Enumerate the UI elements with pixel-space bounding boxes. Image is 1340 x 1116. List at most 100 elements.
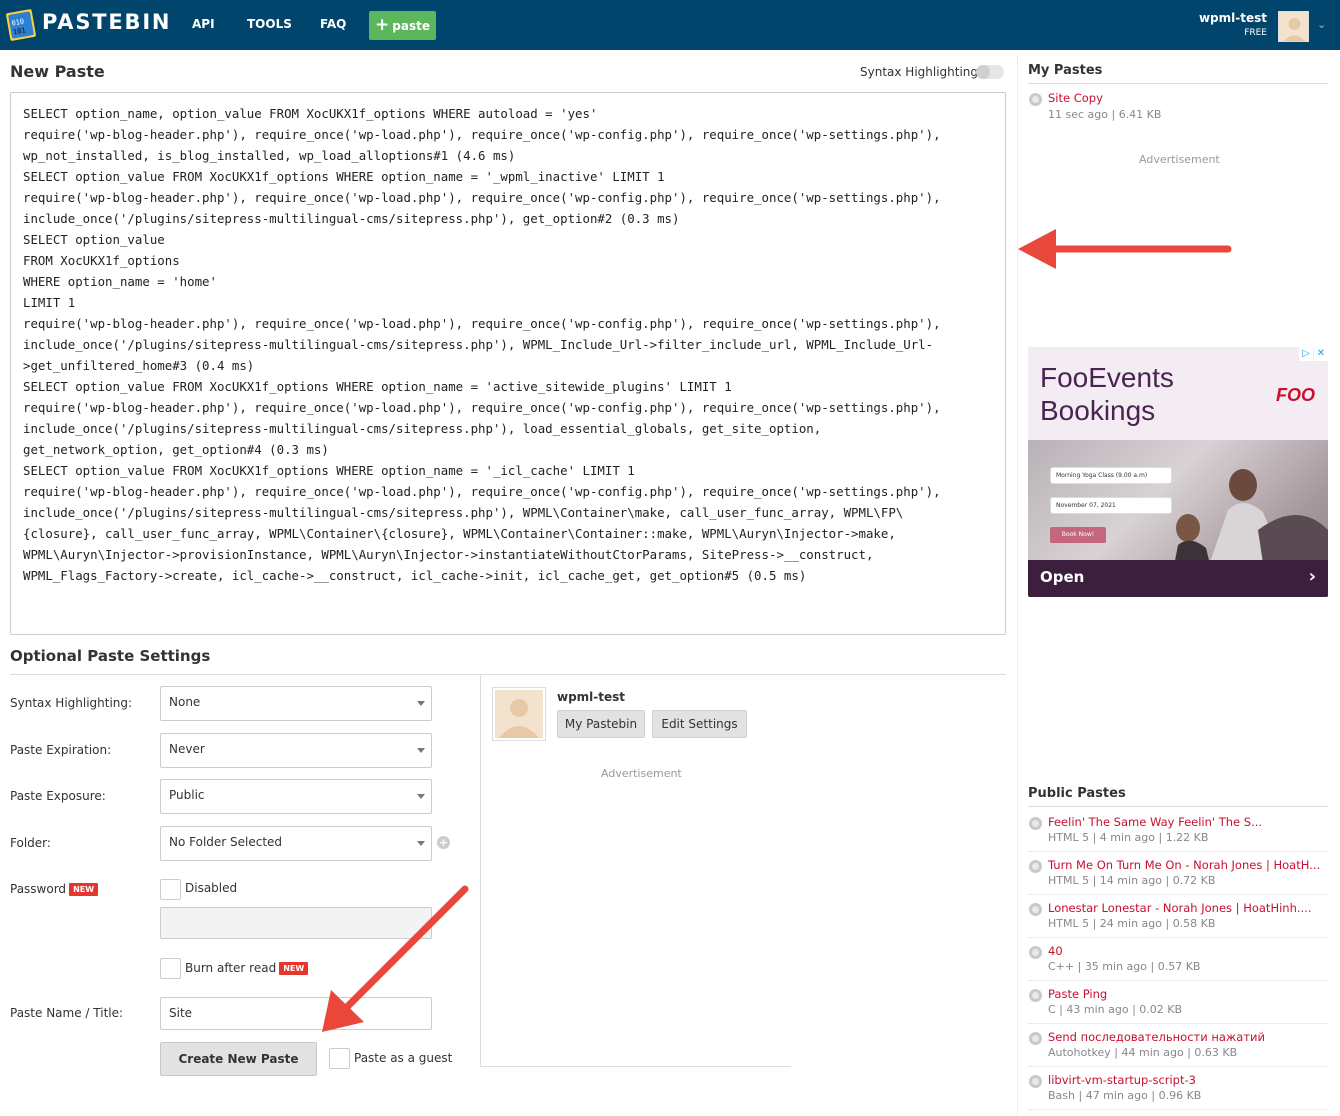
public-paste-title[interactable]: 40 [1048, 944, 1063, 958]
ad-title-line: FooEvents [1040, 362, 1174, 393]
syntax-select-value: None [169, 695, 201, 709]
burn-label-text: Burn after read [185, 961, 277, 975]
code-line: SELECT option_value FROM XocUKX1f_option… [23, 379, 732, 394]
folder-select[interactable]: No Folder Selected [160, 826, 432, 861]
nav-faq[interactable]: FAQ [320, 17, 346, 31]
code-line: >get_unfiltered_home#3 (0.4 ms) [23, 358, 255, 373]
user-avatar[interactable] [1278, 11, 1309, 42]
avatar-silhouette-icon [499, 699, 539, 738]
code-line: FROM XocUKX1f_options [23, 253, 180, 268]
globe-icon [1029, 989, 1042, 1002]
syntax-highlighting-toggle[interactable] [976, 65, 1004, 79]
new-paste-label: paste [392, 18, 430, 33]
folder-label: Folder: [10, 836, 51, 850]
exposure-select[interactable]: Public [160, 779, 432, 814]
caret-down-icon [417, 841, 425, 846]
chevron-right-icon: › [1308, 566, 1316, 587]
divider [1028, 806, 1328, 807]
code-line: SELECT option_value FROM XocUKX1f_option… [23, 169, 665, 184]
password-label: Password NEW [10, 882, 99, 896]
password-disabled-checkbox[interactable] [160, 879, 181, 900]
syntax-toggle-label: Syntax Highlighting [860, 65, 979, 79]
divider [1028, 980, 1328, 981]
ad-open-label: Open [1040, 568, 1085, 586]
code-line: include_once('/plugins/sitepress-multili… [23, 505, 904, 520]
caret-down-icon [417, 748, 425, 753]
public-paste-meta: C | 43 min ago | 0.02 KB [1048, 1003, 1183, 1016]
globe-icon [1029, 903, 1042, 916]
plus-icon: + [375, 15, 390, 35]
ad-banner[interactable]: ▷ ✕ FooEvents Bookings FOO Morning Yoga C… [1028, 347, 1328, 597]
globe-icon [1029, 93, 1042, 106]
expiration-select[interactable]: Never [160, 733, 432, 768]
password-disabled-label: Disabled [185, 881, 238, 895]
nav-api[interactable]: API [192, 17, 215, 31]
brand-name[interactable]: PASTEBIN [42, 10, 171, 34]
public-paste-title[interactable]: Turn Me On Turn Me On - Norah Jones | Ho… [1048, 858, 1320, 872]
public-paste-meta: HTML 5 | 4 min ago | 1.22 KB [1048, 831, 1209, 844]
pastebin-logo-icon[interactable]: 010 101 [6, 8, 38, 42]
public-paste-title[interactable]: Paste Ping [1048, 987, 1107, 1001]
public-paste-title[interactable]: libvirt-vm-startup-script-3 [1048, 1073, 1196, 1087]
header-username[interactable]: wpml-test [1199, 11, 1267, 25]
add-folder-icon[interactable]: + [437, 836, 450, 849]
my-pastebin-button[interactable]: My Pastebin [557, 710, 645, 738]
new-paste-button[interactable]: + paste [369, 11, 436, 40]
code-line: LIMIT 1 [23, 295, 76, 310]
my-paste-title[interactable]: Site Copy [1048, 91, 1103, 105]
code-line: WPML_Flags_Factory->create, icl_cache->_… [23, 568, 807, 583]
edit-settings-button[interactable]: Edit Settings [652, 710, 747, 738]
ad-open-button[interactable]: Open › [1028, 560, 1328, 597]
close-icon[interactable]: ✕ [1314, 347, 1328, 361]
code-line: include_once('/plugins/sitepress-multili… [23, 421, 822, 436]
public-paste-meta: Bash | 47 min ago | 0.96 KB [1048, 1089, 1202, 1102]
ad-brand: FOO [1276, 385, 1315, 405]
top-navbar: 010 101 PASTEBIN API TOOLS FAQ + paste w… [0, 0, 1340, 50]
divider [1028, 937, 1328, 938]
code-line: {closure}, call_user_func_array, WPML\Co… [23, 526, 896, 541]
code-line: include_once('/plugins/sitepress-multili… [23, 211, 680, 226]
expiration-label: Paste Expiration: [10, 743, 112, 757]
paste-as-guest-checkbox[interactable] [329, 1048, 350, 1069]
folder-select-value: No Folder Selected [169, 835, 283, 849]
adchoices-icon[interactable]: ▷ [1299, 347, 1313, 361]
divider [1028, 894, 1328, 895]
expiration-select-value: Never [169, 742, 205, 756]
public-paste-title[interactable]: Lonestar Lonestar - Norah Jones | HoatHi… [1048, 901, 1311, 915]
password-input[interactable] [160, 907, 432, 939]
divider [1028, 851, 1328, 852]
new-badge: NEW [69, 883, 99, 896]
globe-icon [1029, 860, 1042, 873]
syntax-select[interactable]: None [160, 686, 432, 721]
divider [1028, 1109, 1328, 1110]
public-paste-meta: HTML 5 | 14 min ago | 0.72 KB [1048, 874, 1216, 887]
public-paste-title[interactable]: Feelin' The Same Way Feelin' The S... [1048, 815, 1262, 829]
card-avatar[interactable] [492, 687, 546, 741]
paste-name-input[interactable]: Site [160, 997, 432, 1030]
user-card-border [480, 675, 481, 1067]
toggle-knob [976, 65, 990, 79]
advertisement-label: Advertisement [1139, 153, 1220, 166]
code-line: SELECT option_value [23, 232, 165, 247]
create-new-paste-button[interactable]: Create New Paste [160, 1042, 317, 1076]
code-line: require('wp-blog-header.php'), require_o… [23, 484, 941, 499]
code-line: WPML\Auryn\Injector->provisionInstance, … [23, 547, 874, 562]
code-line: require('wp-blog-header.php'), require_o… [23, 400, 941, 415]
card-username[interactable]: wpml-test [557, 690, 625, 704]
user-card-border [480, 1066, 791, 1067]
burn-after-read-checkbox[interactable] [160, 958, 181, 979]
public-paste-title[interactable]: Send последовательности нажатий [1048, 1030, 1265, 1044]
code-line: WHERE option_name = 'home' [23, 274, 217, 289]
nav-tools[interactable]: TOOLS [247, 17, 292, 31]
exposure-label: Paste Exposure: [10, 789, 106, 803]
public-paste-meta: HTML 5 | 24 min ago | 0.58 KB [1048, 917, 1216, 930]
chevron-down-icon[interactable]: ⌄ [1317, 18, 1326, 31]
burn-after-read-label: Burn after read NEW [185, 961, 309, 975]
syntax-label: Syntax Highlighting: [10, 696, 133, 710]
new-badge: NEW [279, 962, 309, 975]
paste-editor[interactable]: SELECT option_name, option_value FROM Xo… [10, 92, 1006, 635]
globe-icon [1029, 946, 1042, 959]
paste-as-guest-label: Paste as a guest [354, 1051, 453, 1065]
globe-icon [1029, 1032, 1042, 1045]
optional-settings-title: Optional Paste Settings [10, 647, 211, 665]
